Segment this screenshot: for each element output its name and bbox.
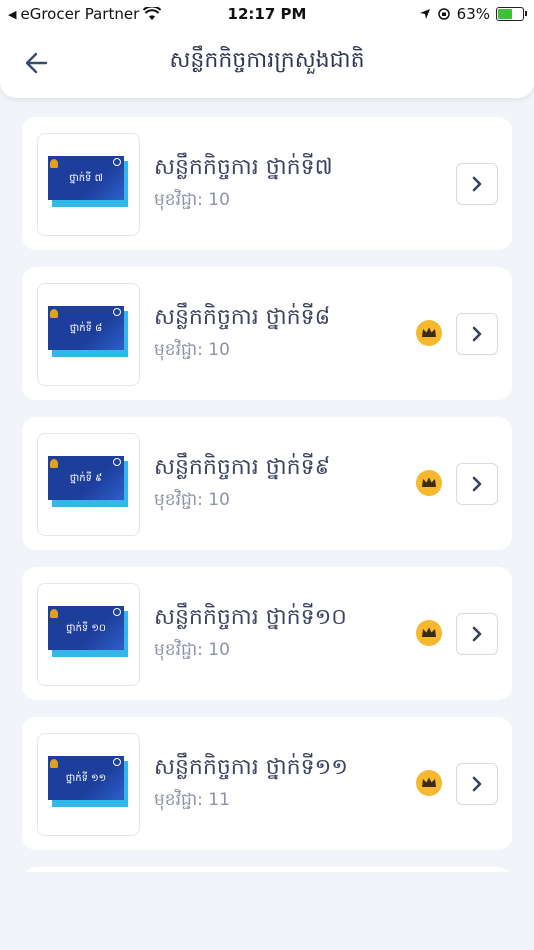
open-button[interactable] <box>456 613 498 655</box>
item-subtitle: មុខវិជ្ជា: 10 <box>154 190 230 210</box>
list-item[interactable]: ថ្នាក់ទី ៨ សន្លឹកកិច្ចការ ថ្នាក់ទី៨ មុខវ… <box>22 267 512 400</box>
item-subtitle: មុខវិជ្ជា: 10 <box>154 490 230 510</box>
list-item[interactable]: ថ្នាក់ទី ១១ សន្លឹកកិច្ចការ ថ្នាក់ទី១១ មុ… <box>22 717 512 850</box>
premium-crown-icon <box>416 320 442 346</box>
cover-thumbnail: ថ្នាក់ទី ១០ <box>37 583 140 686</box>
premium-crown-icon <box>416 620 442 646</box>
emblem-icon <box>50 309 58 318</box>
list-item[interactable]: ថ្នាក់ទី ៧ សន្លឹកកិច្ចការ ថ្នាក់ទី៧ មុខវ… <box>22 117 512 250</box>
chevron-right-icon <box>472 476 482 492</box>
cover-label: ថ្នាក់ទី ១១ <box>65 772 107 784</box>
cover-label: ថ្នាក់ទី ៩ <box>69 472 103 484</box>
location-icon <box>419 9 430 19</box>
list-item[interactable]: ថ្នាក់ទី ៩ សន្លឹកកិច្ចការ ថ្នាក់ទី៩ មុខវ… <box>22 417 512 550</box>
list-item[interactable]: ថ្នាក់ទី ១០ សន្លឹកកិច្ចការ ថ្នាក់ទី១០ មុ… <box>22 567 512 700</box>
cover-thumbnail: ថ្នាក់ទី ១១ <box>37 733 140 836</box>
chevron-right-icon <box>472 626 482 642</box>
open-button[interactable] <box>456 313 498 355</box>
chevron-right-icon <box>472 776 482 792</box>
battery-percent: 63% <box>456 5 490 23</box>
cover-thumbnail: ថ្នាក់ទី ៧ <box>37 133 140 236</box>
item-title: សន្លឹកកិច្ចការ ថ្នាក់ទី៨ <box>154 305 331 330</box>
app-header: សន្លឹកកិច្ចការក្រសួងជាតិ <box>0 28 534 98</box>
open-button[interactable] <box>456 163 498 205</box>
worksheet-list: ថ្នាក់ទី ៧ សន្លឹកកិច្ចការ ថ្នាក់ទី៧ មុខវ… <box>22 117 512 867</box>
item-title: សន្លឹកកិច្ចការ ថ្នាក់ទី៧ <box>154 155 333 180</box>
open-button[interactable] <box>456 763 498 805</box>
open-button[interactable] <box>456 463 498 505</box>
premium-crown-icon <box>416 770 442 796</box>
premium-crown-icon <box>416 470 442 496</box>
item-subtitle: មុខវិជ្ជា: 10 <box>154 340 230 360</box>
bottom-area <box>0 872 534 950</box>
emblem-icon <box>50 609 58 618</box>
emblem-icon <box>50 759 58 768</box>
cover-label: ថ្នាក់ទី ៧ <box>69 172 103 184</box>
cover-label: ថ្នាក់ទី ៨ <box>69 322 103 334</box>
emblem-icon <box>50 459 58 468</box>
item-subtitle: មុខវិជ្ជា: 10 <box>154 640 230 660</box>
cover-label: ថ្នាក់ទី ១០ <box>65 622 107 634</box>
item-title: សន្លឹកកិច្ចការ ថ្នាក់ទី១១ <box>154 755 348 780</box>
chevron-right-icon <box>472 176 482 192</box>
battery-icon <box>496 7 527 21</box>
chevron-right-icon <box>472 326 482 342</box>
orientation-lock-icon <box>437 8 450 20</box>
page-title: សន្លឹកកិច្ចការក្រសួងជាតិ <box>169 48 365 73</box>
cover-thumbnail: ថ្នាក់ទី ៨ <box>37 283 140 386</box>
status-bar: ◀ eGrocer Partner 12:17 PM 63% <box>0 0 534 28</box>
item-title: សន្លឹកកិច្ចការ ថ្នាក់ទី១០ <box>154 605 347 630</box>
cover-thumbnail: ថ្នាក់ទី ៩ <box>37 433 140 536</box>
emblem-icon <box>50 159 58 168</box>
item-subtitle: មុខវិជ្ជា: 11 <box>154 790 230 810</box>
item-title: សន្លឹកកិច្ចការ ថ្នាក់ទី៩ <box>154 455 331 480</box>
